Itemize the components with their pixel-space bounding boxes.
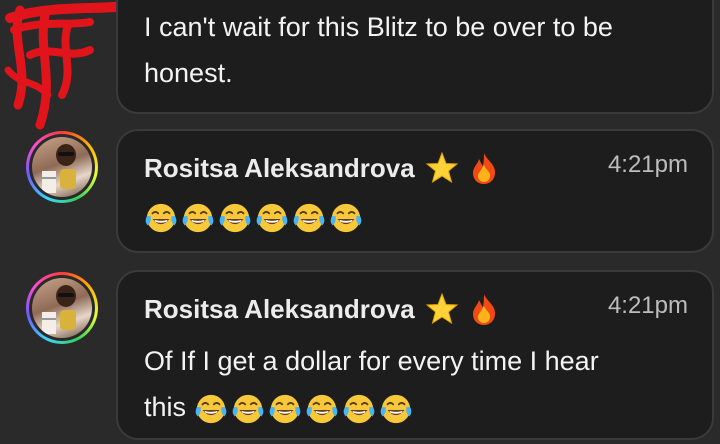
message-text-line: honest. bbox=[144, 58, 233, 88]
message-text: Of If I get a dollar for every time I he… bbox=[144, 338, 686, 430]
message-text: I can't wait for this Blitz to be over t… bbox=[144, 4, 686, 96]
face-with-tears-of-joy-icon bbox=[269, 394, 300, 424]
avatar[interactable] bbox=[26, 272, 98, 344]
face-with-tears-of-joy-icon bbox=[306, 394, 337, 424]
message-text-line: Of If I get a dollar for every time I he… bbox=[144, 346, 599, 376]
emoji-row bbox=[144, 201, 363, 235]
message-bubble[interactable]: Rositsa Aleksandrova 4:21pm bbox=[116, 129, 714, 253]
face-with-tears-of-joy-icon bbox=[219, 203, 251, 233]
face-with-tears-of-joy-icon bbox=[343, 394, 374, 424]
face-with-tears-of-joy-icon bbox=[293, 203, 325, 233]
avatar[interactable] bbox=[26, 131, 98, 203]
face-with-tears-of-joy-icon bbox=[380, 394, 411, 424]
message-text-line: I can't wait for this Blitz to be over t… bbox=[144, 12, 613, 42]
face-with-tears-of-joy-icon bbox=[256, 203, 288, 233]
face-with-tears-of-joy-icon bbox=[330, 203, 362, 233]
face-with-tears-of-joy-icon bbox=[195, 394, 226, 424]
red-scribble-redaction bbox=[4, 1, 130, 130]
message-timestamp: 4:21pm bbox=[607, 151, 688, 178]
face-with-tears-of-joy-icon bbox=[145, 203, 177, 233]
message-text bbox=[144, 193, 686, 239]
message-bubble[interactable]: I can't wait for this Blitz to be over t… bbox=[116, 0, 714, 114]
sender-name-label: Rositsa Aleksandrova bbox=[144, 152, 415, 183]
fire-icon bbox=[472, 153, 495, 184]
message-text-line: this bbox=[144, 392, 187, 422]
emoji-row bbox=[194, 392, 413, 426]
sender-name-label: Rositsa Aleksandrova bbox=[144, 293, 415, 324]
message-timestamp: 4:21pm bbox=[607, 292, 688, 319]
sender-name[interactable]: Rositsa Aleksandrova bbox=[144, 151, 499, 185]
sender-name[interactable]: Rositsa Aleksandrova bbox=[144, 292, 499, 326]
face-with-tears-of-joy-icon bbox=[232, 394, 263, 424]
face-with-tears-of-joy-icon bbox=[182, 203, 214, 233]
profile-photo bbox=[32, 278, 92, 338]
profile-photo bbox=[32, 137, 92, 197]
chat-screen: I can't wait for this Blitz to be over t… bbox=[0, 0, 720, 444]
fire-icon bbox=[472, 294, 495, 325]
star-icon bbox=[425, 151, 459, 184]
message-bubble[interactable]: Rositsa Aleksandrova 4:21pm Of If I get … bbox=[116, 270, 714, 440]
star-icon bbox=[425, 292, 459, 325]
